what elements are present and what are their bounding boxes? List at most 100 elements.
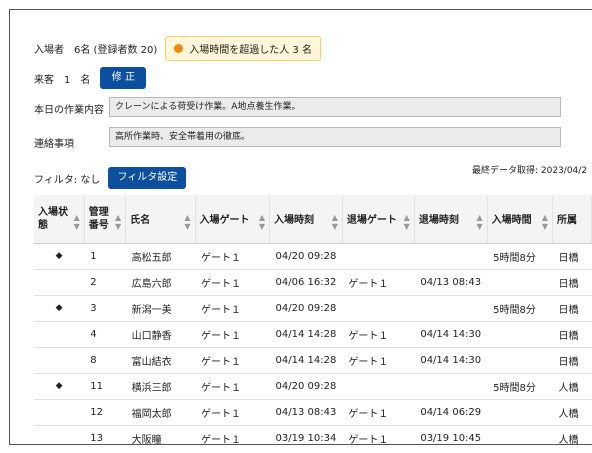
header-duration[interactable]: 入場時間 ▲ ▼ <box>487 195 554 244</box>
table-row[interactable]: ◆ 1 高松五郎 ゲート１ 04/20 09:28 5時間8分 日橋 <box>34 243 592 270</box>
edit-button[interactable]: 修 正 <box>100 67 147 89</box>
sort-icon[interactable]: ▲ ▼ <box>332 213 338 231</box>
id-cell: 2 <box>84 269 126 296</box>
name-cell: 横浜三郎 <box>125 373 195 400</box>
org-cell: 日橋 <box>552 347 592 374</box>
warning-dot-icon <box>174 44 184 53</box>
table-row[interactable]: 8 富山結衣 ゲート１ 04/14 14:28 ゲート１ 04/14 14:30 日橋 <box>34 347 592 374</box>
header-out-gate[interactable]: 退場ゲート ▲ ▼ <box>342 195 415 244</box>
filter-row: フィルタ: なし フィルタ設定 <box>34 167 187 189</box>
filter-status: フィルタ: なし <box>34 174 101 186</box>
id-cell: 1 <box>84 243 126 270</box>
visitor-count: 来客 1 名 <box>34 74 91 86</box>
name-cell: 新潟一美 <box>125 295 195 322</box>
out-time-cell: 04/13 08:43 <box>414 269 488 296</box>
status-cell: ◆ <box>34 243 85 270</box>
out-time-cell <box>414 295 488 322</box>
in-time-cell: 04/14 14:28 <box>269 347 343 374</box>
header-id[interactable]: 管理 番号 ▲ ▼ <box>84 195 127 244</box>
sort-icon[interactable]: ▲ ▼ <box>184 213 190 231</box>
in-gate-cell: ゲート１ <box>195 425 270 444</box>
name-cell: 富山結衣 <box>125 347 195 374</box>
filter-settings-button[interactable]: フィルタ設定 <box>108 167 187 189</box>
in-gate-cell: ゲート１ <box>195 295 270 322</box>
duration-cell: 5時間8分 <box>487 243 553 270</box>
duration-cell <box>487 269 553 296</box>
in-time-cell: 04/20 09:28 <box>269 295 343 322</box>
notes-field[interactable]: 高所作業時、安全帯着用の徹底。 <box>109 127 561 147</box>
out-gate-cell: ゲート１ <box>342 347 415 374</box>
out-time-cell <box>414 243 488 270</box>
overtime-alert-text: 入場時間を超過した人 3 名 <box>189 45 312 56</box>
table-row[interactable]: ◆ 3 新潟一美 ゲート１ 04/20 09:28 5時間8分 日橋 <box>34 295 592 322</box>
org-cell: 日橋 <box>552 243 592 270</box>
out-gate-cell <box>342 373 415 400</box>
out-gate-cell <box>342 295 415 322</box>
out-time-cell: 04/14 14:30 <box>414 347 488 374</box>
attendance-table: 入場状態 ▲ ▼ 管理 番号 ▲ ▼ 氏名 ▲ ▼ 入場ゲート ▲ ▼ 入場時刻 ▲ ▼ 退場ゲー… <box>34 195 592 444</box>
sort-icon[interactable]: ▲ ▼ <box>404 213 410 231</box>
out-time-cell: 03/19 10:45 <box>414 425 488 444</box>
status-cell: ◆ <box>34 373 85 400</box>
name-cell: 広島六郎 <box>125 269 195 296</box>
org-cell: 人橋 <box>552 399 592 426</box>
table-row[interactable]: 4 山口静香 ゲート１ 04/14 14:28 ゲート１ 04/14 14:30 日橋 <box>34 321 592 348</box>
name-cell: 山口静香 <box>125 321 195 348</box>
duration-cell <box>487 399 553 426</box>
status-cell <box>34 399 85 426</box>
id-cell: 3 <box>84 295 126 322</box>
name-cell: 高松五郎 <box>125 243 195 270</box>
table-row[interactable]: 2 広島六郎 ゲート１ 04/06 16:32 ゲート１ 04/13 08:43 日橋 <box>34 269 592 296</box>
header-org[interactable]: 所属 <box>552 195 592 244</box>
status-cell <box>34 425 85 444</box>
in-gate-cell: ゲート１ <box>195 399 270 426</box>
status-cell <box>34 321 85 348</box>
sort-icon[interactable]: ▲ ▼ <box>477 213 483 231</box>
org-cell: 人橋 <box>552 425 592 444</box>
header-status[interactable]: 入場状態 ▲ ▼ <box>34 195 85 244</box>
work-content-label: 本日の作業内容 <box>34 105 104 116</box>
name-cell: 大阪瞳 <box>125 425 195 444</box>
in-time-cell: 04/14 14:28 <box>269 321 343 348</box>
header-in-time[interactable]: 入場時刻 ▲ ▼ <box>269 195 343 244</box>
visitor-row: 来客 1 名 修 正 <box>34 67 147 89</box>
sort-icon[interactable]: ▲ ▼ <box>115 213 121 231</box>
sort-icon[interactable]: ▲ ▼ <box>259 213 265 231</box>
out-gate-cell <box>342 243 415 270</box>
header-in-gate[interactable]: 入場ゲート ▲ ▼ <box>195 195 271 244</box>
in-time-cell: 04/20 09:28 <box>269 373 343 400</box>
out-time-cell <box>414 373 488 400</box>
org-cell: 日橋 <box>552 269 592 296</box>
in-gate-cell: ゲート１ <box>195 243 270 270</box>
in-gate-cell: ゲート１ <box>195 347 270 374</box>
table-row[interactable]: ◆ 11 横浜三郎 ゲート１ 04/20 09:28 5時間8分 人橋 <box>34 373 592 400</box>
attendee-count: 入場者 6名 (登録者数 20) <box>34 45 158 56</box>
in-gate-cell: ゲート１ <box>195 269 270 296</box>
table-row[interactable]: 12 福岡太郎 ゲート１ 04/13 08:43 ゲート１ 04/14 06:29 人橋 <box>34 399 592 426</box>
in-gate-cell: ゲート１ <box>195 321 270 348</box>
summary-row: 入場者 6名 (登録者数 20) 入場時間を超過した人 3 名 <box>34 36 321 61</box>
id-cell: 11 <box>84 373 126 400</box>
name-cell: 福岡太郎 <box>125 399 195 426</box>
last-fetch-time: 最終データ取得: 2023/04/2 <box>472 166 588 176</box>
sort-icon[interactable]: ▲ ▼ <box>542 213 548 231</box>
out-time-cell: 04/14 14:30 <box>414 321 488 348</box>
notes-label: 連絡事項 <box>34 139 74 150</box>
header-name[interactable]: 氏名 ▲ ▼ <box>125 195 196 244</box>
app-frame: 入場者 6名 (登録者数 20) 入場時間を超過した人 3 名 来客 1 名 修… <box>9 9 592 445</box>
status-cell <box>34 347 85 374</box>
table-row[interactable]: 13 大阪瞳 ゲート１ 03/19 10:34 ゲート１ 03/19 10:45 人橋 <box>34 425 592 444</box>
header-out-time[interactable]: 退場時刻 ▲ ▼ <box>414 195 488 244</box>
sort-icon[interactable]: ▲ ▼ <box>74 213 80 231</box>
in-gate-cell: ゲート１ <box>195 373 270 400</box>
id-cell: 13 <box>84 425 126 444</box>
out-gate-cell: ゲート１ <box>342 269 415 296</box>
in-time-cell: 04/13 08:43 <box>269 399 343 426</box>
out-gate-cell: ゲート１ <box>342 399 415 426</box>
overtime-alert[interactable]: 入場時間を超過した人 3 名 <box>165 36 321 61</box>
work-content-field[interactable]: クレーンによる荷受け作業。A地点養生作業。 <box>109 97 561 117</box>
id-cell: 8 <box>84 347 126 374</box>
duration-cell <box>487 347 553 374</box>
duration-cell <box>487 425 553 444</box>
out-time-cell: 04/14 06:29 <box>414 399 488 426</box>
